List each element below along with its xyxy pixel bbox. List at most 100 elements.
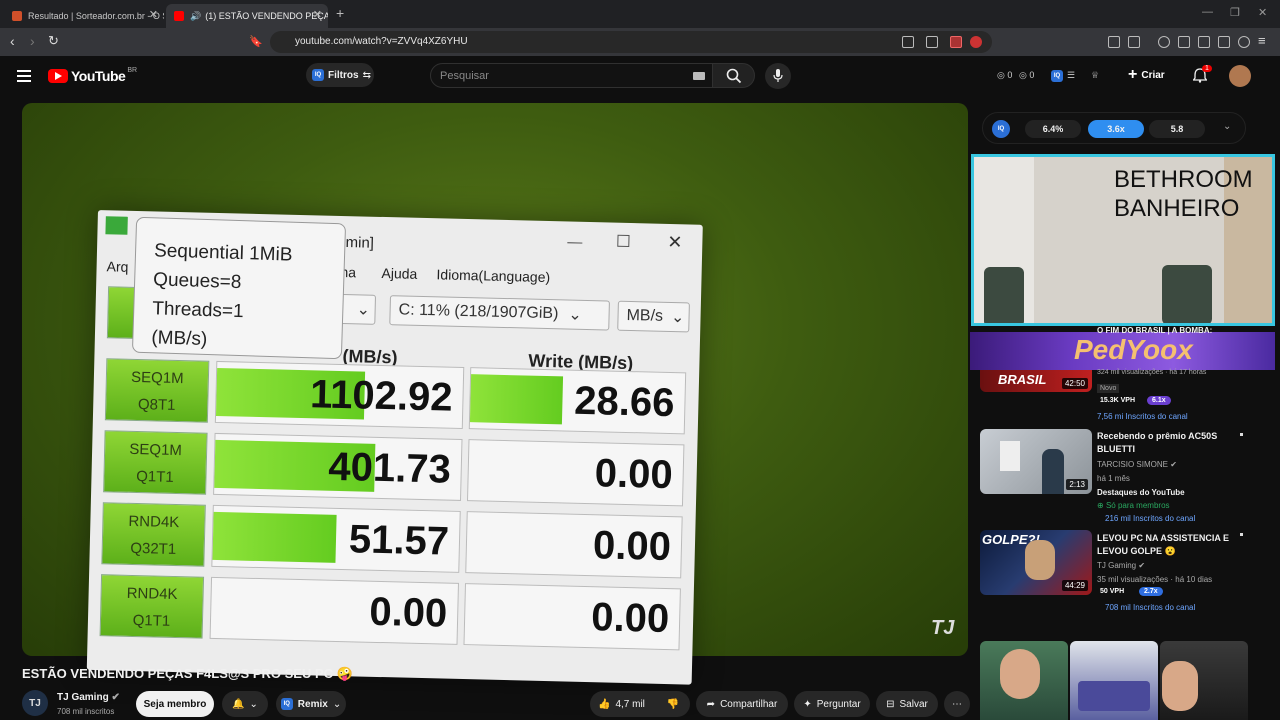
overlay-text: BETHROOM BANHEIRO xyxy=(1114,165,1253,223)
bell-icon: 🔔 xyxy=(232,698,245,710)
remix-label: Remix xyxy=(297,698,328,710)
new-badge: Novo xyxy=(1097,384,1120,393)
address-bar[interactable]: youtube.com/watch?v=ZVVq4XZ6YHU xyxy=(270,31,992,53)
tab-title: Resultado | Sorteador.com.br - O Site xyxy=(28,11,164,21)
voice-search-button[interactable] xyxy=(765,63,791,89)
iq-extension-icon[interactable]: IQ xyxy=(1051,70,1063,82)
test-label: RND4K Q1T1 xyxy=(99,574,205,639)
create-button[interactable]: + Criar xyxy=(1128,63,1165,87)
bookmark-icon[interactable]: 🔖 xyxy=(249,35,263,48)
video-meta: 35 mil visualizações · há 10 dias xyxy=(1097,575,1213,584)
chevron-down-icon: ⌄ xyxy=(670,309,685,327)
list-icon[interactable]: ☰ xyxy=(1067,70,1075,81)
account-avatar[interactable] xyxy=(1229,65,1251,87)
youtube-logo[interactable]: YouTube BR xyxy=(48,66,138,84)
ask-button[interactable]: ✦ Perguntar xyxy=(794,691,870,717)
remix-button[interactable]: IQ Remix ⌄ xyxy=(276,691,346,717)
video-thumbnail[interactable]: 2:13 xyxy=(980,429,1092,494)
vpn-icon[interactable] xyxy=(1238,36,1250,48)
browser-tab-active[interactable]: 🔊 (1) ESTÃO VENDENDO PEÇAS ✕ xyxy=(166,4,328,28)
channel-subs: 7,56 mi Inscritos do canal xyxy=(1097,412,1188,421)
url-text: youtube.com/watch?v=ZVVq4XZ6YHU xyxy=(295,36,468,47)
chevron-down-icon[interactable]: ⌄ xyxy=(1223,121,1231,132)
test-params: Q8T1 xyxy=(137,396,176,414)
write-value: 0.00 xyxy=(594,451,674,498)
read-value: 0.00 xyxy=(368,589,448,636)
read-cell: 1102.92 xyxy=(214,360,465,429)
write-bar xyxy=(464,590,466,639)
rewards-icon[interactable] xyxy=(970,36,982,48)
multiplier-badge: 2.7x xyxy=(1139,587,1163,596)
search-input[interactable]: Pesquisar xyxy=(430,63,713,88)
back-icon[interactable]: ‹ xyxy=(10,33,15,49)
filters-button[interactable]: IQ Filtros ⇆ xyxy=(306,63,374,87)
channel-watermark[interactable]: TJ xyxy=(931,617,954,640)
keyboard-icon[interactable] xyxy=(693,72,705,80)
channel-banner: PedYoox xyxy=(970,332,1275,370)
close-tab-icon[interactable]: ✕ xyxy=(313,8,322,21)
brave-shield-icon[interactable] xyxy=(950,36,962,48)
minimize-icon[interactable]: — xyxy=(1202,6,1213,18)
test-name: SEQ1M xyxy=(130,368,184,388)
close-tab-icon[interactable]: ✕ xyxy=(149,8,158,21)
related-title[interactable]: LEVOU PC NA ASSISTENCIA E LEVOU GOLPE 😮 xyxy=(1097,532,1237,558)
trophy-icon[interactable]: ♕ xyxy=(1091,70,1099,81)
read-bar xyxy=(212,511,337,563)
short-thumbnail[interactable] xyxy=(980,641,1068,720)
create-label: Criar xyxy=(1141,69,1165,81)
iq-icon: IQ xyxy=(280,698,293,710)
video-meta: 324 mil visualizações · há 17 horas xyxy=(1097,369,1207,376)
device xyxy=(1000,441,1020,471)
share-page-icon[interactable] xyxy=(926,36,938,48)
region-code: BR xyxy=(127,66,138,74)
write-bar xyxy=(469,374,564,425)
minimize-icon: — xyxy=(567,233,583,251)
menu-icon[interactable]: ≡ xyxy=(1258,33,1266,48)
wallet-icon[interactable] xyxy=(1198,36,1210,48)
verified-icon: ✔ xyxy=(1138,561,1146,570)
more-options-icon[interactable] xyxy=(1240,433,1243,444)
leo-icon[interactable] xyxy=(1218,36,1230,48)
browser-tab[interactable]: Resultado | Sorteador.com.br - O Site ✕ xyxy=(4,4,164,28)
reload-icon[interactable]: ↻ xyxy=(48,33,59,49)
extensions-icon[interactable] xyxy=(1108,36,1120,48)
highlights-label: Destaques do YouTube xyxy=(1097,488,1185,497)
restore-icon[interactable]: ❐ xyxy=(1230,6,1240,19)
join-button[interactable]: Seja membro xyxy=(136,691,214,717)
media-icon[interactable] xyxy=(1158,36,1170,48)
vph-value: 50 VPH xyxy=(1100,588,1125,595)
related-title[interactable]: Recebendo o prêmio AC50S BLUETTI xyxy=(1097,430,1237,456)
sidebar-icon[interactable] xyxy=(1178,36,1190,48)
iq-stat-active[interactable]: 3.6x xyxy=(1088,120,1144,138)
iq-stat[interactable]: 5.8 xyxy=(1149,120,1205,138)
miniplayer[interactable]: BETHROOM BANHEIRO xyxy=(971,154,1275,326)
iq-stat[interactable]: 6.4% xyxy=(1025,120,1081,138)
notification-bell-button[interactable]: 🔔 ⌄ xyxy=(222,691,268,717)
share-button[interactable]: ➦ Compartilhar xyxy=(696,691,788,717)
channel-name: TARCISIO SIMONE ✔ xyxy=(1097,460,1177,469)
channel-subs: 216 mil Inscritos do canal xyxy=(1105,514,1196,523)
read-value: 51.57 xyxy=(348,517,450,564)
extension-icon[interactable] xyxy=(1128,36,1140,48)
channel-name[interactable]: TJ Gaming ✔ xyxy=(57,692,120,703)
related-title[interactable]: O FIM DO BRASIL | A BOMBA: xyxy=(1097,324,1237,337)
cast-icon[interactable] xyxy=(902,36,914,48)
multiplier-badge: 6.1x xyxy=(1147,396,1171,405)
members-text: Só para membros xyxy=(1105,501,1170,510)
short-thumbnail[interactable] xyxy=(1160,641,1248,720)
guide-menu-icon[interactable] xyxy=(17,70,31,82)
short-thumbnail[interactable] xyxy=(1070,641,1158,720)
save-button[interactable]: ⊟ Salvar xyxy=(876,691,938,717)
search-button[interactable] xyxy=(712,63,755,88)
more-actions-button[interactable]: ⋯ xyxy=(944,691,970,717)
close-window-icon[interactable]: ✕ xyxy=(1258,6,1267,19)
new-tab-icon[interactable]: + xyxy=(336,5,344,21)
video-thumbnail[interactable]: BRASIL 42:50 xyxy=(980,370,1092,392)
chevron-down-icon: ⌄ xyxy=(356,301,371,319)
forward-icon[interactable]: › xyxy=(30,33,35,49)
dislike-button[interactable]: 👎 xyxy=(656,691,690,717)
channel-avatar[interactable]: TJ xyxy=(22,690,48,716)
sparkle-icon: ✦ xyxy=(803,698,812,710)
video-thumbnail[interactable]: GOLPE?! 44:29 xyxy=(980,530,1092,595)
more-options-icon[interactable] xyxy=(1240,533,1243,544)
